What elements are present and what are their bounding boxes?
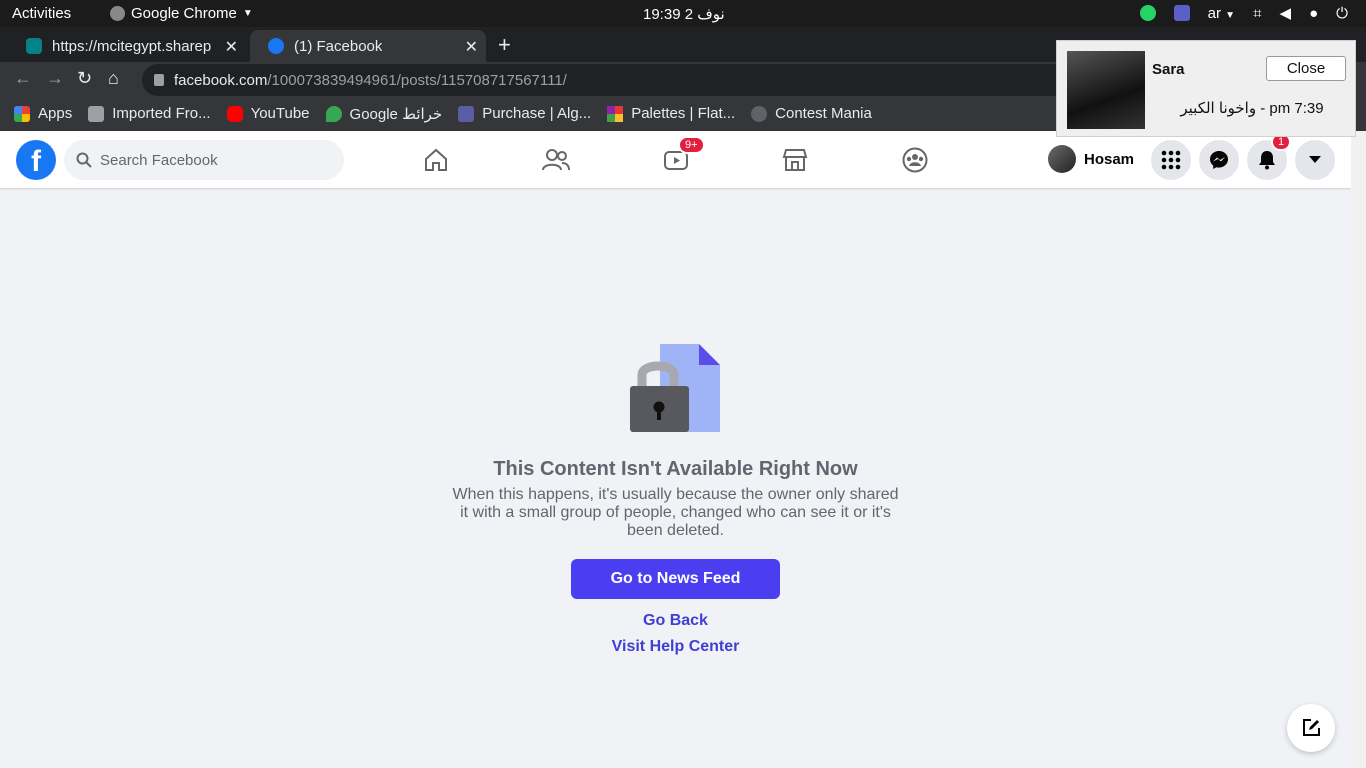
clock[interactable]: نوف 2 19:39 bbox=[643, 5, 725, 23]
youtube-icon bbox=[226, 105, 243, 122]
microphone-icon[interactable]: ● bbox=[1309, 5, 1318, 22]
bookmark-label: Imported Fro... bbox=[112, 105, 211, 122]
close-tab-icon[interactable]: ✕ bbox=[465, 37, 478, 57]
network-icon[interactable]: ⌗ bbox=[1253, 5, 1261, 22]
url-path: /100073839494961/posts/115708717567111/ bbox=[267, 71, 567, 89]
power-icon[interactable]: ⏻ bbox=[1336, 5, 1348, 22]
marketplace-nav-icon[interactable] bbox=[777, 143, 813, 177]
search-box[interactable] bbox=[64, 140, 344, 180]
activities-button[interactable]: Activities bbox=[12, 5, 71, 22]
compose-icon bbox=[1303, 719, 1320, 736]
profile-name: Hosam bbox=[1084, 150, 1135, 168]
bookmark-imported[interactable]: Imported Fro... bbox=[88, 105, 211, 122]
url-host: facebook.com bbox=[174, 71, 268, 89]
chrome-icon bbox=[110, 6, 125, 21]
code-icon bbox=[751, 105, 768, 122]
avatar bbox=[1048, 145, 1076, 173]
back-icon[interactable]: ← bbox=[14, 68, 32, 89]
bookmark-google-maps[interactable]: Google خرائط bbox=[325, 105, 443, 123]
tab-sharepoint[interactable]: https://mcitegypt.sharep ✕ bbox=[8, 30, 246, 62]
bookmark-youtube[interactable]: YouTube bbox=[226, 105, 310, 122]
search-input[interactable] bbox=[100, 151, 320, 169]
bookmark-palettes[interactable]: Palettes | Flat... bbox=[607, 105, 735, 122]
notification-message: 7:39 pm - واخونا الكبير bbox=[1180, 100, 1324, 117]
sharepoint-icon bbox=[26, 38, 42, 54]
app-menu-label: Google Chrome bbox=[131, 5, 237, 22]
reload-icon[interactable]: ↻ bbox=[77, 68, 92, 89]
bookmark-purchase[interactable]: Purchase | Alg... bbox=[458, 105, 591, 122]
app-menu[interactable]: Google Chrome ▼ bbox=[110, 5, 253, 22]
go-to-news-feed-button[interactable]: Go to News Feed bbox=[571, 559, 780, 599]
help-center-link[interactable]: Visit Help Center bbox=[0, 638, 1351, 656]
notifications-button[interactable]: 1 bbox=[1247, 133, 1292, 180]
notification-sender: Sara bbox=[1152, 61, 1185, 78]
menu-grid-button[interactable] bbox=[1151, 140, 1191, 180]
search-icon bbox=[76, 152, 92, 168]
locked-document-icon bbox=[630, 344, 720, 432]
language-indicator[interactable]: ar ▼ bbox=[1208, 5, 1235, 22]
new-message-button[interactable] bbox=[1287, 704, 1335, 752]
algo-icon bbox=[458, 105, 475, 122]
notification-close-button[interactable]: Close bbox=[1266, 56, 1346, 81]
apps-grid-icon bbox=[14, 105, 30, 122]
lock-icon[interactable] bbox=[154, 74, 164, 86]
page-scrollbar[interactable] bbox=[1351, 131, 1366, 768]
friends-nav-icon[interactable] bbox=[538, 143, 574, 177]
facebook-icon bbox=[268, 38, 284, 54]
palette-icon bbox=[607, 105, 624, 122]
facebook-header: f 9+ Hosam 1 bbox=[0, 131, 1351, 188]
bookmark-label: Contest Mania bbox=[775, 105, 872, 122]
forward-icon[interactable]: → bbox=[46, 68, 64, 89]
tab-title: https://mcitegypt.sharep bbox=[52, 37, 212, 55]
home-icon[interactable]: ⌂ bbox=[108, 68, 119, 89]
go-back-link[interactable]: Go Back bbox=[0, 612, 1351, 630]
maps-pin-icon bbox=[325, 105, 342, 122]
teams-icon[interactable] bbox=[1173, 5, 1190, 21]
watch-badge: 9+ bbox=[678, 136, 705, 154]
bookmark-apps[interactable]: Apps bbox=[14, 105, 72, 122]
bell-icon bbox=[1259, 151, 1275, 170]
tab-title: (1) Facebook bbox=[294, 37, 383, 55]
language-label: ar bbox=[1207, 4, 1221, 22]
bookmark-label: Palettes | Flat... bbox=[631, 105, 736, 122]
caret-down-icon bbox=[1309, 156, 1321, 163]
bookmark-label: Apps bbox=[38, 105, 73, 122]
account-menu-button[interactable] bbox=[1295, 140, 1335, 180]
system-top-bar: Activities Google Chrome ▼ نوف 2 19:39 a… bbox=[0, 0, 1366, 27]
desktop-notification: Sara Close 7:39 pm - واخونا الكبير bbox=[1056, 40, 1356, 137]
messenger-button[interactable] bbox=[1199, 140, 1239, 180]
error-description: When this happens, it's usually because … bbox=[452, 486, 899, 539]
tab-facebook[interactable]: (1) Facebook ✕ bbox=[250, 30, 486, 62]
bookmark-contest-mania[interactable]: Contest Mania bbox=[751, 105, 872, 122]
grid-icon bbox=[1161, 150, 1181, 170]
bookmark-label: Purchase | Alg... bbox=[482, 105, 592, 122]
chevron-down-icon: ▼ bbox=[242, 8, 253, 19]
page-title: This Content Isn't Available Right Now bbox=[493, 458, 858, 480]
volume-icon[interactable]: ◀ bbox=[1280, 4, 1292, 22]
new-tab-button[interactable]: + bbox=[498, 32, 511, 58]
messenger-icon bbox=[1210, 151, 1228, 169]
bookmark-label: YouTube bbox=[250, 105, 310, 122]
bookmark-label: Google خرائط bbox=[349, 105, 443, 123]
facebook-logo[interactable]: f bbox=[16, 140, 56, 180]
chevron-down-icon: ▼ bbox=[1225, 9, 1236, 21]
whatsapp-icon[interactable] bbox=[1139, 5, 1156, 21]
system-tray: ar ▼ ⌗ ◀ ● ⏻ bbox=[1139, 4, 1348, 22]
folder-icon bbox=[88, 105, 105, 122]
sender-photo bbox=[1067, 51, 1145, 129]
profile-button[interactable]: Hosam bbox=[1048, 145, 1134, 173]
content-unavailable-panel: This Content Isn't Available Right Now W… bbox=[0, 188, 1351, 768]
home-nav-icon[interactable] bbox=[418, 143, 454, 177]
groups-nav-icon[interactable] bbox=[897, 143, 933, 177]
close-tab-icon[interactable]: ✕ bbox=[225, 37, 238, 57]
watch-nav-icon[interactable]: 9+ bbox=[658, 136, 705, 177]
